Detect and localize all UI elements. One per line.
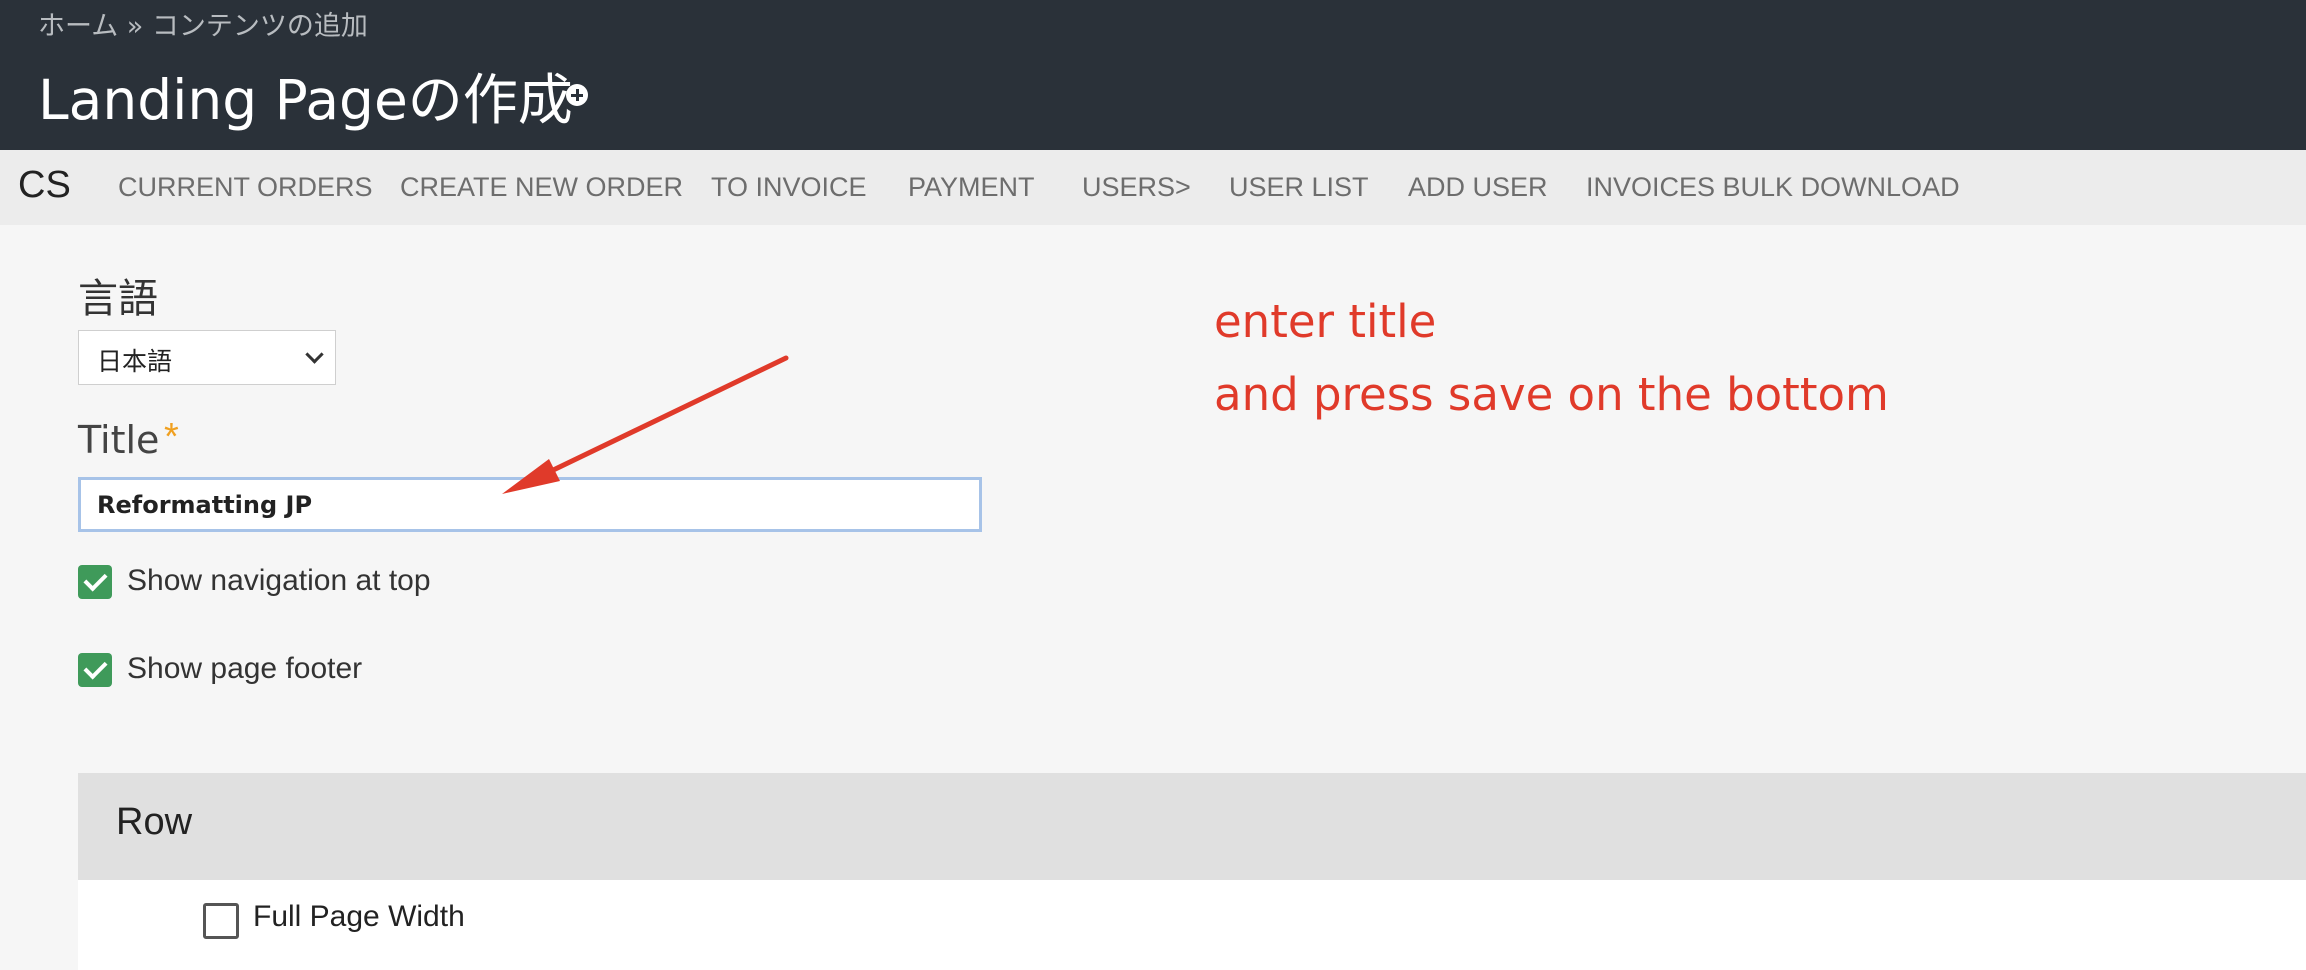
annotation-arrow [502, 355, 789, 494]
arrow-shaft [542, 355, 789, 477]
arrow-head [502, 459, 560, 494]
